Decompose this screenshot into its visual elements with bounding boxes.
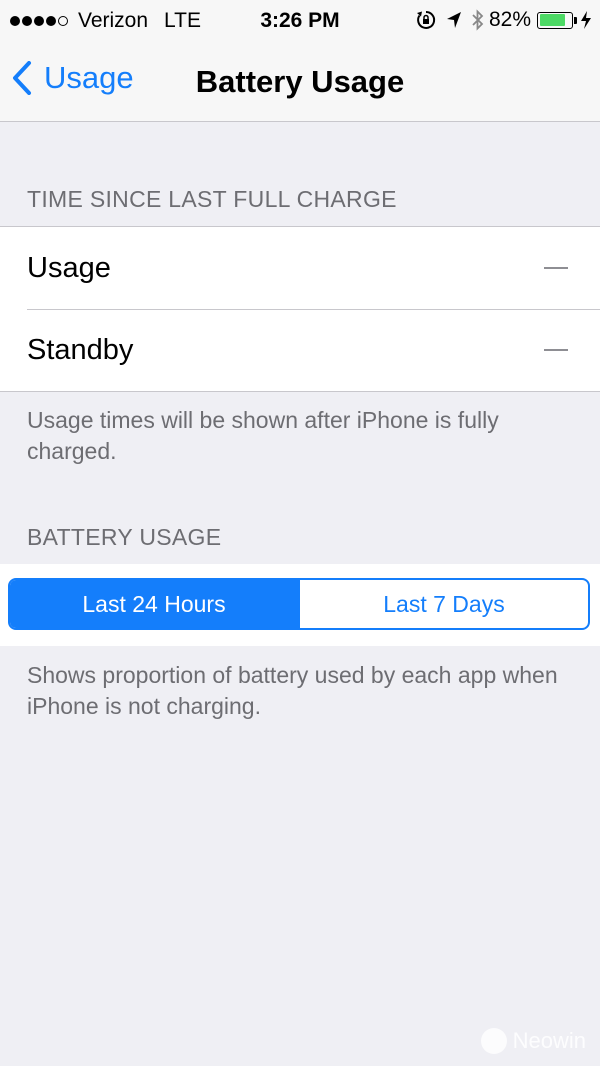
- segment-last-24-hours[interactable]: Last 24 Hours: [10, 580, 298, 628]
- status-right: 82%: [415, 8, 592, 32]
- usage-row-label: Usage: [27, 251, 111, 284]
- time-since-charge-footer: Usage times will be shown after iPhone i…: [27, 407, 499, 464]
- battery-tip: [574, 16, 577, 24]
- battery-usage-footer: Shows proportion of battery used by each…: [27, 662, 558, 719]
- navigation-bar: Usage Battery Usage: [0, 42, 600, 122]
- battery-percent: 82%: [488, 8, 531, 31]
- watermark-text: Neowin: [512, 1028, 586, 1053]
- time-since-charge-group: Usage Standby: [0, 226, 600, 392]
- charging-bolt-icon: [580, 10, 592, 30]
- segment-container: Last 24 Hours Last 7 Days: [0, 564, 600, 646]
- bluetooth-icon: [471, 9, 485, 31]
- battery-fill: [539, 14, 565, 26]
- location-arrow-icon: [445, 10, 463, 30]
- neowin-logo-icon: [480, 1028, 507, 1054]
- section-header-battery-usage: BATTERY USAGE: [27, 524, 222, 550]
- rotation-lock-icon: [415, 9, 437, 31]
- standby-row: Standby: [0, 309, 600, 391]
- section-header-time-since-charge: TIME SINCE LAST FULL CHARGE: [27, 186, 397, 212]
- battery-icon: [537, 11, 573, 29]
- standby-row-label: Standby: [27, 333, 134, 366]
- segment-last-7-days[interactable]: Last 7 Days: [298, 580, 588, 628]
- time-range-segmented-control: Last 24 Hours Last 7 Days: [8, 578, 590, 630]
- standby-row-value: [544, 349, 568, 351]
- watermark: Neowin: [480, 1028, 586, 1054]
- status-bar: Verizon LTE 3:26 PM 82%: [0, 0, 600, 42]
- page-title: Battery Usage: [195, 64, 405, 99]
- usage-row: Usage: [0, 227, 600, 309]
- usage-row-value: [544, 267, 568, 269]
